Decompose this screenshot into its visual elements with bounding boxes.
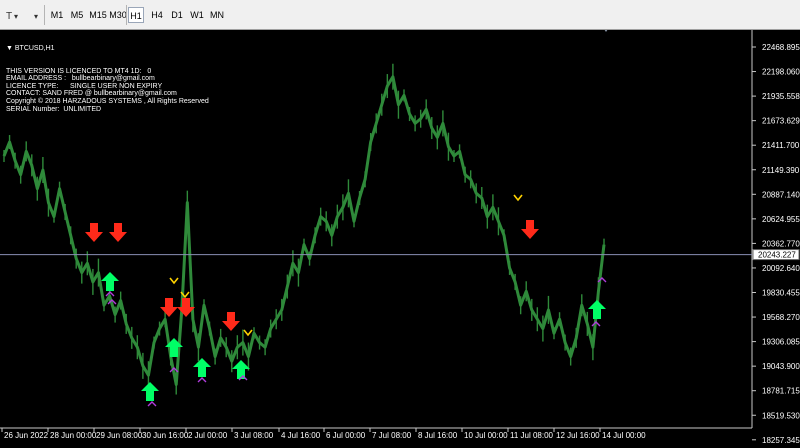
buy-arrow [101,272,119,291]
y-tick-label: 19568.270 [762,313,800,322]
timeframe-w1-button[interactable]: W1 [188,7,206,23]
buy-arrow [193,358,211,377]
info-line-2: EMAIL ADDRESS : bullbearbinary@gmail.com [6,75,155,83]
buy-arrow [141,382,159,401]
timeframe-m1-button[interactable]: M1 [48,7,66,23]
svg-text:▾: ▾ [34,12,38,21]
x-tick-label: 29 Jun 08:00 [96,431,143,440]
y-tick-label: 20624.955 [762,215,800,224]
signal-tip-mark [513,194,523,202]
sell-arrow [521,220,539,239]
y-tick-label: 20362.770 [762,239,800,248]
x-tick-label: 11 Jul 08:00 [510,431,554,440]
buy-arrow [232,360,250,379]
current-price-label: 20243.227 [758,251,796,260]
sell-arrow [222,312,240,331]
symbol-dropdown-icon[interactable]: ▼ [6,45,15,52]
x-tick-label: 7 Jul 08:00 [372,431,412,440]
timeframe-menu-icon[interactable]: ▾ [32,6,44,24]
timeframe-m5-button[interactable]: M5 [68,7,86,23]
price-chart[interactable]: 22468.895 22198.060 21935.558 21673.629 2141… [0,26,800,445]
info-line-5: Copyright © 2018 HARZADOUS SYSTEMS , All… [6,97,209,105]
signal-dot-mark [197,377,207,383]
info-line-6: SERIAL Number: UNLIMITED [6,105,102,113]
x-tick-label: 26 Jun 2022 [4,431,49,440]
y-tick-label: 21149.390 [762,166,800,175]
symbol-label: ▼ BTCUSD,H1 [6,45,55,52]
y-tick-label: 20887.140 [762,190,800,199]
chart-info-overlay: ▼ BTCUSD,H1 THIS VERSION IS LICENCED TO … [6,30,209,113]
x-tick-label: 8 Jul 16:00 [418,431,458,440]
info-line-4: CONTACT: SAND FRED @ bullbearbinary@gmai… [6,90,177,98]
svg-text:T: T [6,11,12,22]
svg-text:▾: ▾ [14,12,18,21]
y-tick-label: 19830.455 [762,289,800,298]
signal-tip-mark [243,329,253,337]
y-tick-label: 19306.085 [762,338,800,347]
y-tick-label: 20092.640 [762,264,800,273]
buy-arrow [588,300,606,319]
y-tick-label: 22198.060 [762,68,800,77]
x-tick-label: 6 Jul 00:00 [326,431,366,440]
x-tick-label: 4 Jul 16:00 [281,431,321,440]
timeframe-h1-button[interactable]: H1 [128,7,144,23]
y-tick-label: 21935.558 [762,92,800,101]
info-line-1: THIS VERSION IS LICENCED TO MT4 1D: 0 [6,67,152,75]
x-tick-label: 2 Jul 00:00 [188,431,228,440]
timeframe-m15-button[interactable]: M15 [88,7,108,23]
timeframe-m30-button[interactable]: M30 [108,7,128,23]
info-line-3: LICENCE TYPE: SINGLE USER NON EXPIRY [6,82,163,90]
x-tick-label: 14 Jul 00:00 [602,431,646,440]
toolbar: T ▾ ▾ M1 M5 M15 M30 H1 H4 D1 W1 MN [0,0,800,30]
timeframe-mn-button[interactable]: MN [208,7,226,23]
x-tick-label: 3 Jul 08:00 [234,431,274,440]
timeframe-h4-button[interactable]: H4 [148,7,166,23]
sell-arrow [85,223,103,242]
x-tick-label: 30 Jun 16:00 [142,431,189,440]
signal-dot-mark [147,401,157,407]
y-tick-label: 18781.715 [762,387,800,396]
timeframe-d1-button[interactable]: D1 [168,7,186,23]
y-tick-label: 21673.629 [762,117,800,126]
y-tick-label: 19043.900 [762,362,800,371]
signal-tip-mark [169,277,179,285]
y-tick-label: 18519.530 [762,411,800,420]
y-tick-label: 21411.700 [762,141,800,150]
x-tick-label: 12 Jul 16:00 [556,431,600,440]
x-tick-label: 28 Jun 00:00 [50,431,97,440]
sell-arrow [160,298,178,317]
drawing-tools-icon[interactable]: T ▾ [4,6,32,24]
y-tick-label: 18257.345 [762,436,800,443]
y-tick-label: 22468.895 [762,43,800,52]
x-tick-label: 10 Jul 00:00 [464,431,508,440]
sell-arrow [109,223,127,242]
chart-shift-marker [602,26,610,32]
